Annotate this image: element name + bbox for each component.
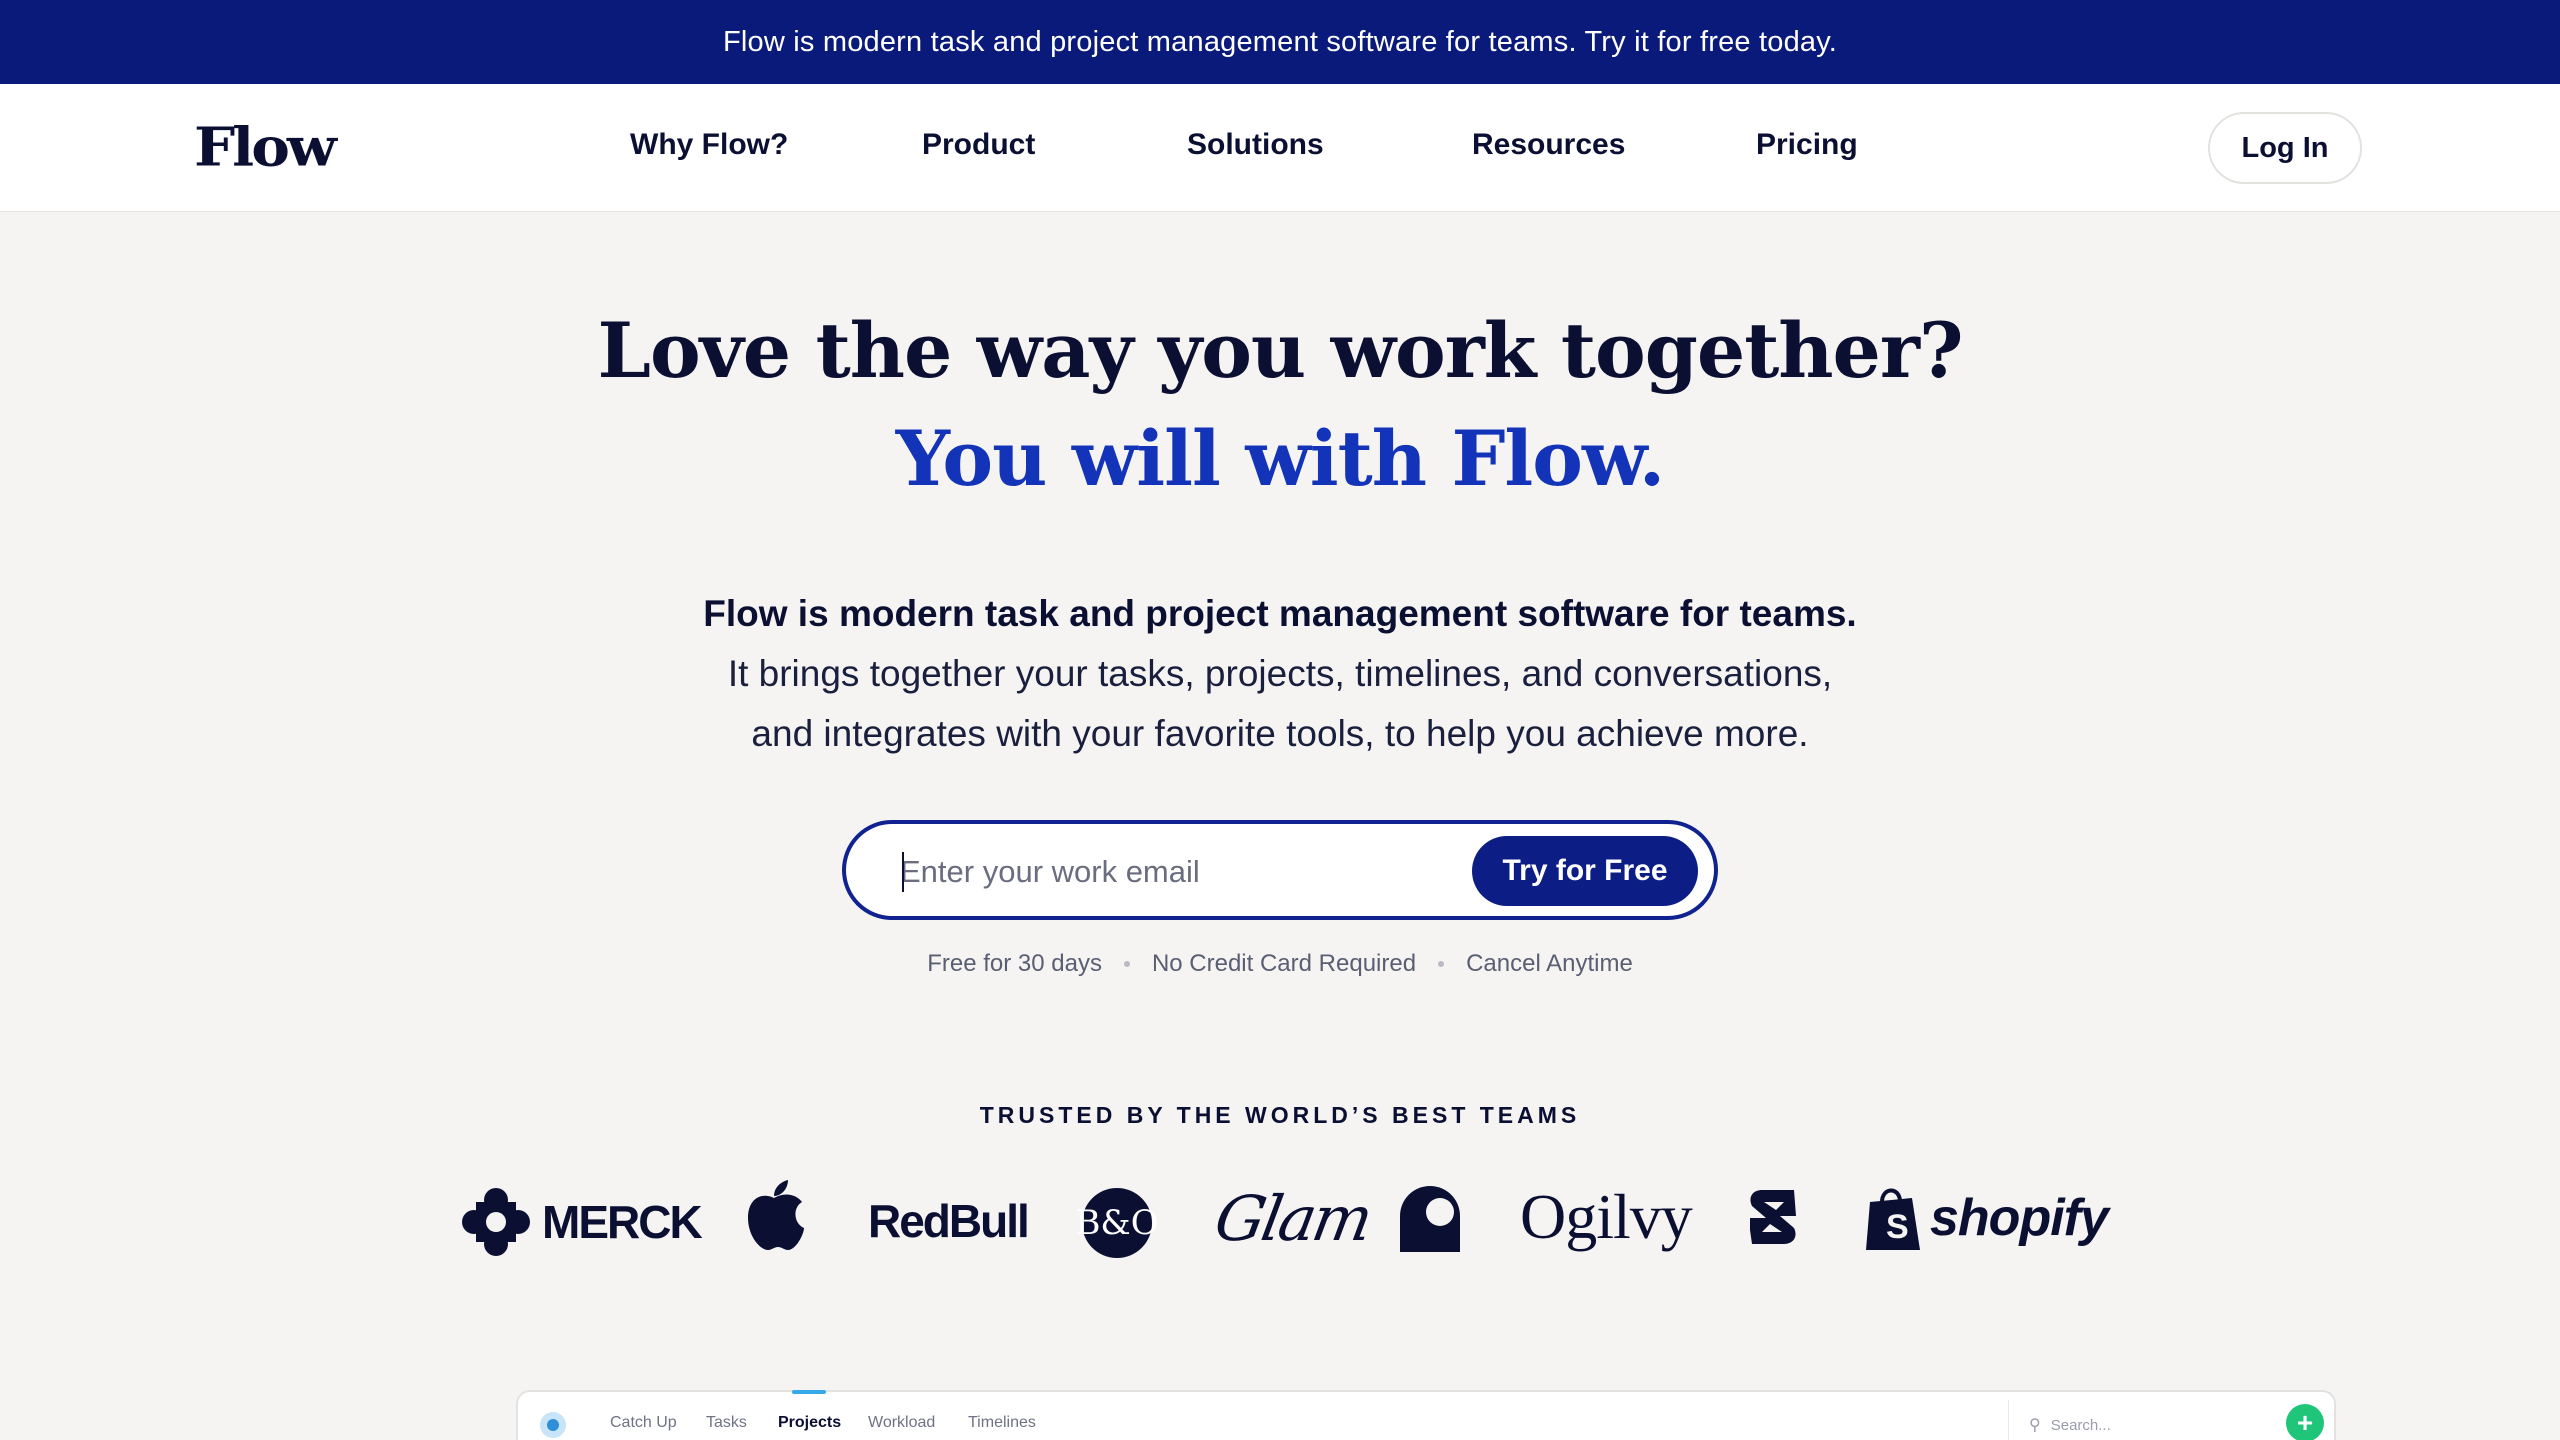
search-icon: ⚲	[2029, 1417, 2041, 1434]
shopify-wordmark: shopify	[1930, 1189, 2109, 1247]
svg-text:S: S	[1886, 1208, 1909, 1246]
app-preview: Catch Up Tasks Projects Workload Timelin…	[516, 1390, 2336, 1440]
site-header: Flow Why Flow? Product Solutions Resourc…	[0, 84, 2560, 212]
merck-wordmark: MERCK	[542, 1196, 703, 1248]
perk-free-trial: Free for 30 days	[927, 950, 1102, 977]
shopify-logo: S shopify	[1864, 1184, 2109, 1252]
carhartt-logo	[1400, 1186, 1460, 1252]
bo-wordmark: B&O	[1075, 1188, 1159, 1258]
nav-solutions[interactable]: Solutions	[1187, 128, 1324, 162]
hero-heading: Love the way you work together?	[597, 306, 1964, 395]
hero-description-line: It brings together your tasks, projects,…	[727, 653, 1833, 694]
trusted-heading: TRUSTED BY THE WORLD’S BEST TEAMS	[979, 1102, 1581, 1128]
login-button[interactable]: Log In	[2208, 112, 2362, 184]
redbull-logo: RedBull	[868, 1194, 1030, 1248]
text-caret	[902, 852, 904, 892]
bang-olufsen-logo: B&O	[1075, 1188, 1159, 1258]
preview-search-placeholder: Search...	[2050, 1416, 2111, 1434]
redbull-wordmark: RedBull	[868, 1195, 1030, 1247]
hero-description-bold: Flow is modern task and project manageme…	[703, 593, 1857, 634]
s-brand-logo	[1744, 1184, 1802, 1250]
preview-search[interactable]: ⚲ Search...	[2008, 1400, 2278, 1440]
apple-icon	[748, 1180, 804, 1250]
ogilvy-wordmark: Ogilvy	[1520, 1181, 1693, 1252]
signup-form: Try for Free	[842, 820, 1718, 920]
preview-tab-timelines[interactable]: Timelines	[968, 1414, 1036, 1432]
separator-dot	[1438, 961, 1445, 967]
preview-tab-tasks[interactable]: Tasks	[706, 1414, 747, 1432]
preview-tab-workload[interactable]: Workload	[868, 1414, 935, 1432]
s-brand-icon	[1750, 1190, 1796, 1244]
shopify-bag-icon: S	[1866, 1188, 1920, 1250]
flow-logo[interactable]: Flow	[194, 120, 337, 173]
flow-app-icon	[540, 1412, 566, 1438]
merck-icon	[462, 1188, 530, 1256]
try-for-free-button[interactable]: Try for Free	[1472, 836, 1698, 906]
nav-resources[interactable]: Resources	[1472, 128, 1625, 162]
preview-tab-projects[interactable]: Projects	[778, 1414, 841, 1432]
merck-logo: MERCK	[462, 1188, 703, 1256]
hero-subheading: You will with Flow.	[895, 414, 1665, 503]
active-tab-indicator	[792, 1390, 826, 1394]
separator-dot	[1123, 961, 1130, 967]
signup-perks: Free for 30 days No Credit Card Required…	[0, 950, 2560, 978]
glam-wordmark: Glam	[1209, 1182, 1376, 1255]
announcement-bar[interactable]: Flow is modern task and project manageme…	[0, 0, 2560, 84]
glam-logo: Glam	[1210, 1182, 1376, 1255]
perk-no-credit-card: No Credit Card Required	[1151, 950, 1417, 977]
add-button[interactable]: +	[2286, 1404, 2324, 1440]
hero-description-line: and integrates with your favorite tools,…	[751, 713, 1809, 754]
perk-cancel-anytime: Cancel Anytime	[1466, 950, 1633, 977]
preview-tab-catch-up[interactable]: Catch Up	[610, 1414, 677, 1432]
nav-pricing[interactable]: Pricing	[1756, 128, 1858, 162]
nav-product[interactable]: Product	[922, 128, 1035, 162]
apple-logo	[744, 1180, 804, 1252]
nav-why-flow[interactable]: Why Flow?	[630, 128, 788, 162]
carhartt-icon	[1400, 1186, 1460, 1252]
email-input[interactable]	[900, 842, 1460, 902]
ogilvy-logo: Ogilvy	[1520, 1180, 1693, 1254]
